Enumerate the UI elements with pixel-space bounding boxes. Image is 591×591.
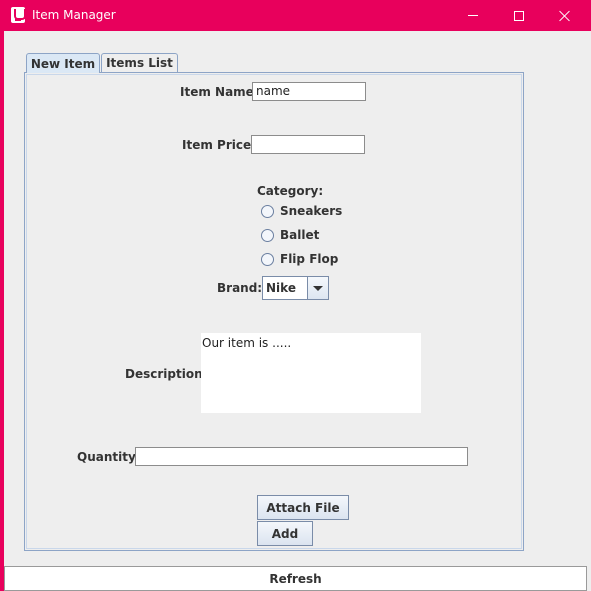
tab-new-item[interactable]: New Item <box>26 53 100 73</box>
radio-flip-flop[interactable]: Flip Flop <box>261 252 338 266</box>
maximize-button[interactable] <box>496 0 542 31</box>
category-label: Category: <box>257 184 324 198</box>
item-price-input[interactable] <box>251 135 365 154</box>
minimize-button[interactable] <box>450 0 496 31</box>
description-label: Description: <box>125 367 208 381</box>
refresh-button[interactable]: Refresh <box>4 566 587 591</box>
radio-button-icon <box>261 228 274 242</box>
close-button[interactable] <box>542 0 588 31</box>
maximize-icon <box>514 10 524 21</box>
add-button[interactable]: Add <box>257 521 313 546</box>
brand-label: Brand: <box>217 281 263 295</box>
new-item-panel: Item Name: name Item Price: Category: Sn… <box>24 72 524 551</box>
attach-file-button[interactable]: Attach File <box>257 495 349 520</box>
close-icon <box>559 10 571 22</box>
chevron-down-icon <box>313 285 323 291</box>
background-window-edge <box>587 31 591 591</box>
radio-label: Sneakers <box>280 204 343 218</box>
minimize-icon <box>468 15 478 16</box>
window-title: Item Manager <box>32 8 116 22</box>
brand-select[interactable]: Nike <box>262 276 329 300</box>
item-price-label: Item Price: <box>182 138 256 152</box>
radio-sneakers[interactable]: Sneakers <box>261 204 342 218</box>
quantity-input[interactable] <box>135 447 468 466</box>
titlebar[interactable]: Item Manager <box>0 0 591 31</box>
radio-label: Flip Flop <box>280 252 339 266</box>
java-icon <box>11 7 26 23</box>
radio-ballet[interactable]: Ballet <box>261 228 319 242</box>
radio-label: Ballet <box>280 228 320 242</box>
radio-button-icon <box>261 204 274 218</box>
item-name-input[interactable]: name <box>252 82 366 101</box>
quantity-label: Quantity: <box>77 450 141 464</box>
content-pane: New Item Items List Item Name: name Item… <box>4 31 587 591</box>
dropdown-arrow-button[interactable] <box>307 277 328 299</box>
description-textarea[interactable]: Our item is ..... <box>201 333 421 413</box>
radio-button-icon <box>261 252 274 266</box>
tab-items-list[interactable]: Items List <box>101 53 178 72</box>
brand-selected-value: Nike <box>266 281 296 295</box>
item-name-label: Item Name: <box>180 85 259 99</box>
